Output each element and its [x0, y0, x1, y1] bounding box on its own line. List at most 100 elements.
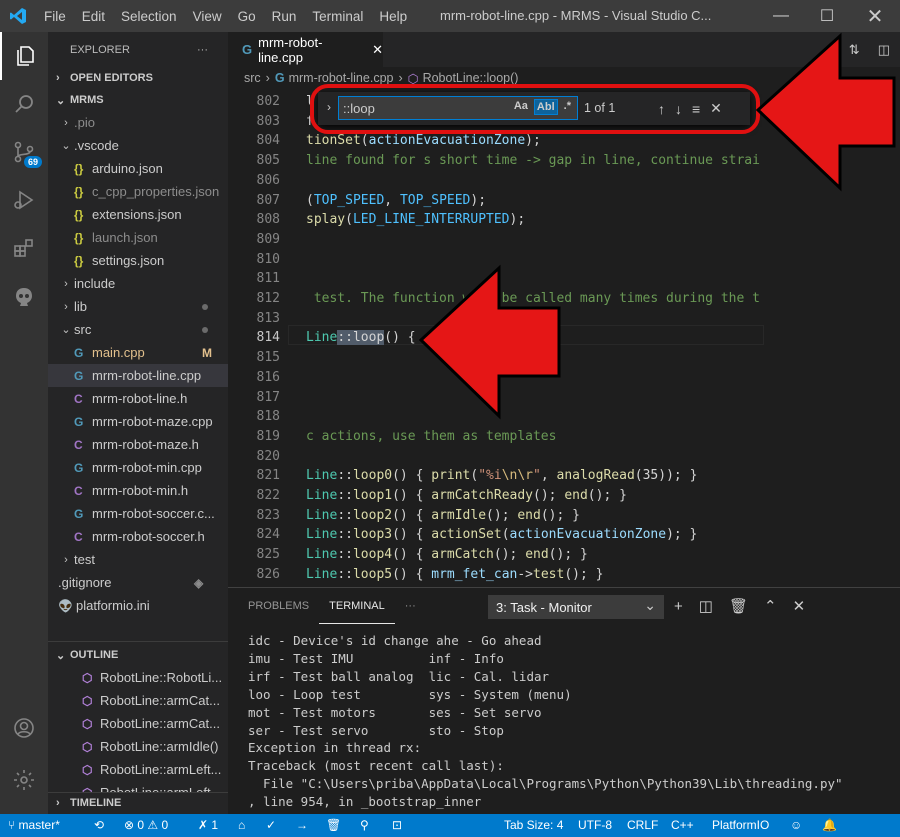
warning-count: 0	[161, 818, 169, 832]
workspace-section[interactable]: ⌄ MRMS	[48, 89, 228, 111]
sync-icon[interactable]: ⟲	[94, 814, 104, 837]
tasks-indicator[interactable]: ✗ 1	[198, 814, 218, 837]
tree-item[interactable]: Cmrm-robot-line.h	[48, 387, 228, 410]
menu-go[interactable]: Go	[230, 9, 264, 24]
menu-terminal[interactable]: Terminal	[304, 9, 371, 24]
tree-item[interactable]: › include	[48, 272, 228, 295]
code-line: 824 Line::loop3() { actionSet(actionEvacu…	[228, 525, 900, 545]
line-number: 819	[256, 428, 280, 444]
tree-item-label: src	[74, 322, 92, 337]
pio-upload-icon[interactable]: →	[296, 814, 308, 837]
pio-build-icon[interactable]: ✓	[266, 814, 276, 837]
search-icon[interactable]	[0, 80, 48, 128]
maximize-panel-icon[interactable]: ⌃	[764, 597, 777, 615]
tree-item[interactable]: {} arduino.json	[48, 157, 228, 180]
menu-file[interactable]: File	[36, 9, 74, 24]
tab-terminal[interactable]: TERMINAL	[319, 588, 395, 624]
kill-terminal-icon[interactable]: 🗑	[729, 597, 748, 615]
code-text: c actions, use them as templates	[306, 428, 557, 444]
line-number: 808	[256, 212, 280, 228]
terminal-select[interactable]: 3: Task - Monitor ⌄	[488, 595, 664, 619]
feedback-icon[interactable]: ☺	[790, 814, 802, 837]
cpp-file-icon: G	[74, 460, 84, 475]
tree-item[interactable]: Gmrm-robot-min.cpp	[48, 456, 228, 479]
tab-problems[interactable]: PROBLEMS	[238, 588, 319, 624]
outline-section[interactable]: ⌄ OUTLINE	[48, 644, 228, 666]
tree-item[interactable]: Gmrm-robot-line.cpp	[48, 364, 228, 387]
git-status-badge: M	[202, 345, 212, 360]
run-debug-icon[interactable]	[0, 176, 48, 224]
code-line: 821 Line::loop0() { print("%i\n\r", analo…	[228, 466, 900, 486]
tree-item[interactable]: ⌄ src	[48, 318, 228, 341]
tree-item[interactable]: Cmrm-robot-soccer.h	[48, 525, 228, 548]
tree-item[interactable]: › test	[48, 548, 228, 571]
menu-edit[interactable]: Edit	[74, 9, 113, 24]
source-control-icon[interactable]: 69	[0, 128, 48, 176]
tree-item[interactable]: Cmrm-robot-min.h	[48, 479, 228, 502]
platformio-icon[interactable]	[0, 272, 48, 320]
tree-item[interactable]: {} c_cpp_properties.json	[48, 180, 228, 203]
tree-item[interactable]: {} settings.json	[48, 249, 228, 272]
panel-more-button[interactable]: ···	[395, 588, 426, 624]
tree-item-label: platformio.ini	[76, 598, 150, 613]
open-editors-section[interactable]: › OPEN EDITORS	[48, 67, 228, 89]
language-indicator[interactable]: C++	[671, 814, 694, 837]
tree-item[interactable]: › lib	[48, 295, 228, 318]
breadcrumb-symbol[interactable]: RobotLine::loop()	[423, 71, 519, 85]
encoding-indicator[interactable]: UTF-8	[578, 814, 612, 837]
extensions-icon[interactable]	[0, 224, 48, 272]
explorer-icon[interactable]	[0, 32, 48, 80]
close-panel-icon[interactable]: ✕	[793, 597, 806, 615]
new-terminal-icon[interactable]: +	[674, 598, 683, 615]
tree-item[interactable]: › .pio	[48, 111, 228, 134]
h-file-icon: C	[74, 437, 83, 452]
menu-selection[interactable]: Selection	[113, 9, 185, 24]
code-line: 820	[228, 447, 900, 467]
split-terminal-icon[interactable]: ◫	[699, 597, 713, 615]
tree-item[interactable]: Gmrm-robot-soccer.c...	[48, 502, 228, 525]
line-number: 811	[256, 271, 280, 287]
outline-item-label: RobotLine::RobotLi...	[100, 670, 223, 685]
tree-item[interactable]: 👽 platformio.ini	[48, 594, 228, 617]
tree-item[interactable]: ◈ .gitignore	[48, 571, 228, 594]
notifications-icon[interactable]: 🔔	[822, 814, 837, 837]
timeline-section[interactable]: › TIMELINE	[48, 792, 228, 814]
tree-item[interactable]: Cmrm-robot-maze.h	[48, 433, 228, 456]
breadcrumb-file[interactable]: mrm-robot-line.cpp	[289, 71, 394, 85]
outline-item[interactable]: ⬡ RobotLine::armCat...	[48, 712, 228, 735]
json-file-icon: {}	[74, 253, 84, 268]
menu-view[interactable]: View	[185, 9, 230, 24]
tree-item[interactable]: ⌄ .vscode	[48, 134, 228, 157]
pio-terminal-icon[interactable]: ⊡	[392, 814, 402, 837]
menu-help[interactable]: Help	[371, 9, 415, 24]
platformio-indicator[interactable]: PlatformIO	[712, 814, 769, 837]
outline-item[interactable]: ⬡ RobotLine::armLeft...	[48, 758, 228, 781]
line-number: 823	[256, 507, 280, 523]
breadcrumb-src[interactable]: src	[244, 71, 261, 85]
panel-actions: + ◫ 🗑 ⌃ ✕	[674, 588, 805, 624]
tab-mrm-robot-line-cpp[interactable]: G mrm-robot-line.cpp ✕	[228, 32, 383, 67]
pio-clean-icon[interactable]: 🗑	[326, 814, 341, 837]
settings-gear-icon[interactable]	[0, 756, 48, 804]
eol-indicator[interactable]: CRLF	[627, 814, 658, 837]
account-icon[interactable]	[0, 704, 48, 752]
menu-run[interactable]: Run	[264, 9, 305, 24]
branch-indicator[interactable]: ⑂ master*	[8, 814, 60, 837]
tree-item[interactable]: {} launch.json	[48, 226, 228, 249]
line-number: 818	[256, 409, 280, 425]
tab-size-indicator[interactable]: Tab Size: 4	[504, 814, 563, 837]
tree-item[interactable]: Gmrm-robot-maze.cpp	[48, 410, 228, 433]
pio-home-icon[interactable]: ⌂	[238, 814, 245, 837]
pio-test-icon[interactable]: ⚲	[360, 814, 369, 837]
tree-item[interactable]: {} extensions.json	[48, 203, 228, 226]
explorer-more-button[interactable]: ···	[197, 44, 208, 56]
outline-item[interactable]: ⬡ RobotLine::armIdle()	[48, 735, 228, 758]
outline-item[interactable]: ⬡ RobotLine::armCat...	[48, 689, 228, 712]
terminal-output[interactable]: idc - Device's id change ahe - Go ahead i…	[248, 632, 843, 811]
bottom-panel: PROBLEMS TERMINAL ··· 3: Task - Monitor …	[228, 587, 900, 814]
close-tab-icon[interactable]: ✕	[372, 42, 383, 58]
problems-indicator[interactable]: ⊗ 0 ⚠ 0	[124, 814, 168, 837]
outline-item[interactable]: ⬡ RobotLine::RobotLi...	[48, 666, 228, 689]
tree-item[interactable]: Gmain.cpp M	[48, 341, 228, 364]
tree-item-label: mrm-robot-line.cpp	[92, 368, 202, 383]
